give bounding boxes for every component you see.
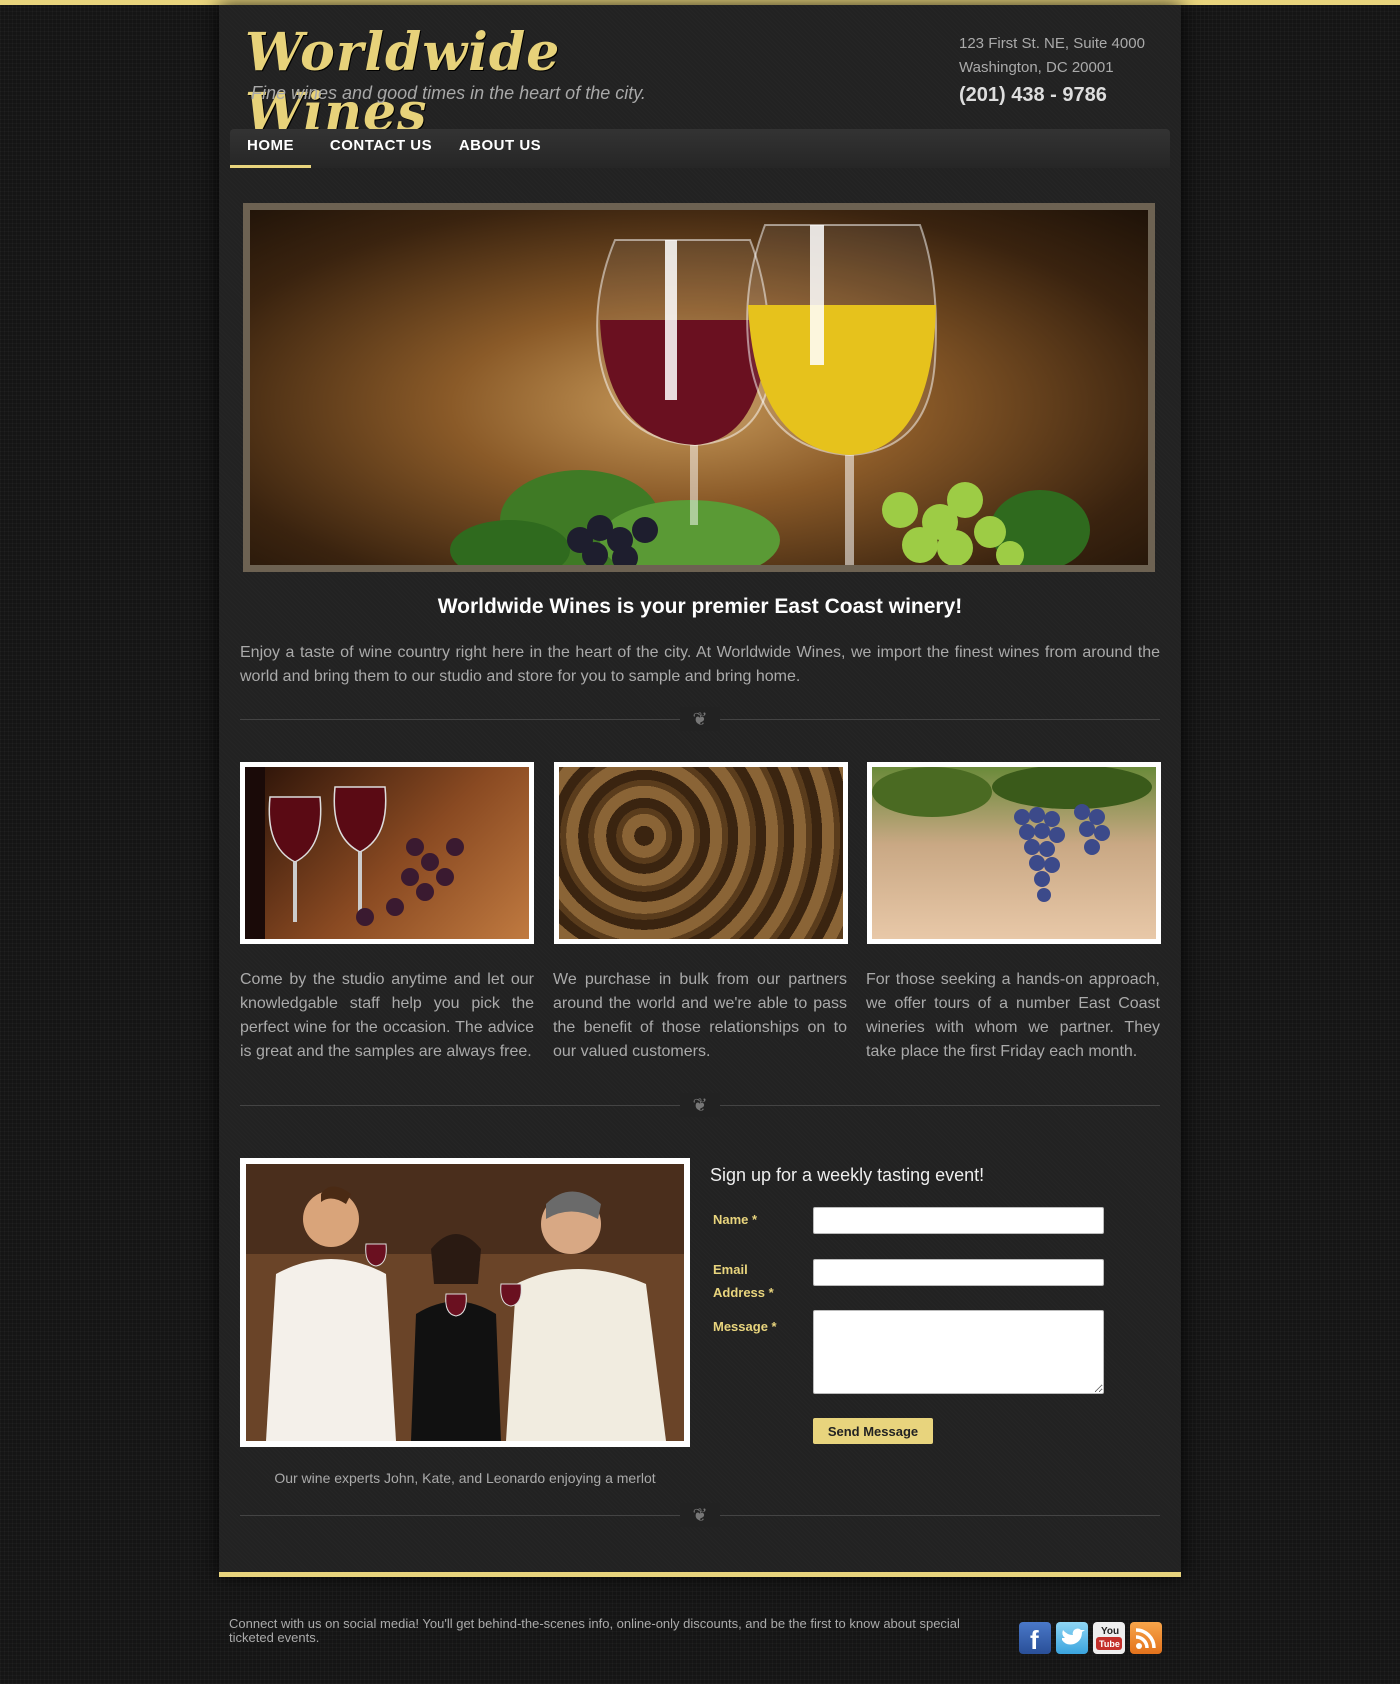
main-navigation: HOME CONTACT US ABOUT US <box>230 129 1170 168</box>
address-line-2: Washington, DC 20001 <box>959 59 1114 76</box>
nav-contact-us[interactable]: CONTACT US <box>326 129 436 168</box>
youtube-label-top: You <box>1101 1626 1119 1637</box>
address-line-1: 123 First St. NE, Suite 4000 <box>959 35 1145 52</box>
name-input[interactable] <box>813 1207 1104 1234</box>
contact-info: 123 First St. NE, Suite 4000 Washington,… <box>959 32 1169 110</box>
send-message-button[interactable]: Send Message <box>813 1418 933 1444</box>
email-label-line1: Email <box>713 1262 748 1277</box>
feature-image-barrels <box>554 762 848 944</box>
feature-text-tours: For those seeking a hands-on approach, w… <box>866 971 1160 1060</box>
main-headline: Worldwide Wines is your premier East Coa… <box>437 595 963 618</box>
rss-icon[interactable] <box>1130 1622 1162 1654</box>
twitter-icon[interactable] <box>1056 1622 1088 1654</box>
email-label-line2: Address * <box>713 1285 774 1300</box>
hero-wine-glasses-image <box>243 203 1155 572</box>
footer-social-text: Connect with us on social media! You'll … <box>229 1616 960 1645</box>
signup-form-title: Sign up for a weekly tasting event! <box>710 1165 985 1185</box>
feature-image-grape-vine <box>867 762 1161 944</box>
youtube-icon[interactable]: You Tube <box>1093 1622 1125 1654</box>
wine-experts-photo <box>240 1158 690 1447</box>
photo-caption: Our wine experts John, Kate, and Leonard… <box>274 1470 656 1486</box>
feature-image-red-wine <box>240 762 534 944</box>
ornament-icon: ❦ <box>680 707 720 731</box>
page-container: Worldwide Wines Fine wines and good time… <box>219 5 1181 1575</box>
feature-text-studio: Come by the studio anytime and let our k… <box>240 971 534 1060</box>
nav-home[interactable]: HOME <box>230 129 311 168</box>
site-tagline: Fine wines and good times in the heart o… <box>251 83 646 103</box>
site-logo[interactable]: Worldwide Wines <box>245 23 705 143</box>
email-input[interactable] <box>813 1259 1104 1286</box>
intro-paragraph: Enjoy a taste of wine country right here… <box>240 644 1160 685</box>
ornament-icon: ❦ <box>680 1503 720 1527</box>
message-textarea[interactable] <box>813 1310 1104 1394</box>
message-label: Message * <box>713 1319 777 1334</box>
svg-text:f: f <box>1030 1625 1039 1654</box>
youtube-label-bottom: Tube <box>1099 1639 1120 1649</box>
ornament-icon: ❦ <box>680 1093 720 1117</box>
nav-about-us[interactable]: ABOUT US <box>452 129 548 168</box>
phone-number[interactable]: (201) 438 - 9786 <box>959 80 1169 110</box>
facebook-icon[interactable]: f <box>1019 1622 1051 1654</box>
feature-text-bulk: We purchase in bulk from our partners ar… <box>553 971 847 1060</box>
name-label: Name * <box>713 1212 758 1227</box>
footer-accent-bar <box>219 1572 1181 1577</box>
